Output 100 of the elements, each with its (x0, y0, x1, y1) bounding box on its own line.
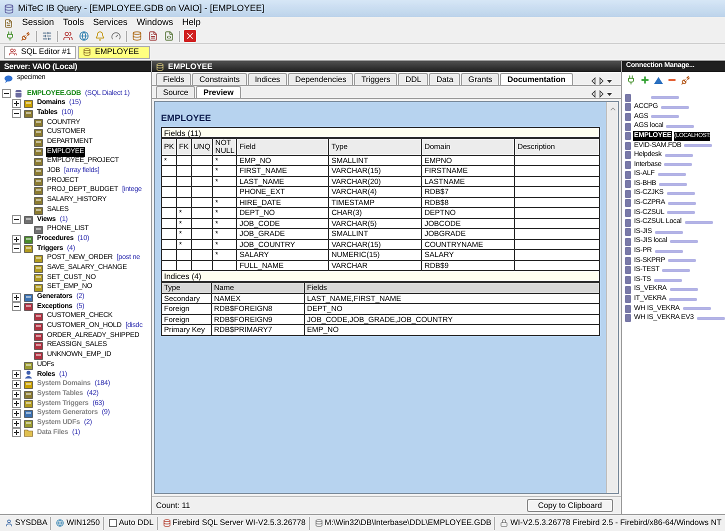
expand-toggle[interactable] (12, 409, 21, 418)
lock-icon (500, 519, 508, 527)
globe-icon (56, 519, 64, 527)
collapse-toggle[interactable] (12, 108, 21, 118)
blurred-text-icon (654, 278, 682, 283)
users-icon (63, 31, 73, 41)
expand-toggle[interactable] (12, 370, 21, 380)
plug-icon[interactable] (626, 75, 636, 85)
expand-toggle[interactable] (12, 234, 21, 244)
blurred-text-icon (668, 200, 696, 206)
session-icon (4, 18, 13, 28)
scrollbar[interactable] (606, 102, 618, 493)
tab[interactable]: Source (156, 86, 196, 98)
status-text: WI-V2.5.3.26778 Firebird 2.5 - Firebird/x86-64/Windows NT (510, 517, 722, 529)
cylinder-icon (14, 89, 23, 98)
expand-toggle[interactable] (12, 418, 21, 428)
triangle-up-icon[interactable] (654, 76, 663, 84)
collapse-toggle[interactable] (12, 215, 21, 224)
toolbar-button[interactable] (4, 30, 16, 42)
expand-toggle[interactable] (12, 428, 21, 438)
blurred-text-icon (670, 239, 698, 244)
table-cell (162, 197, 177, 208)
tab[interactable]: Preview (196, 86, 241, 98)
users-icon (9, 48, 17, 56)
toolbar-button[interactable] (20, 30, 32, 42)
table-cell (162, 228, 177, 239)
tab-scroll-arrows-icon[interactable] (591, 77, 613, 85)
status-text: M:\Win32\DB\Interbase\DDL\EMPLOYEE.GDB (324, 517, 492, 529)
auto-ddl-checkbox[interactable] (108, 519, 117, 527)
table-cell (191, 250, 213, 260)
expand-toggle[interactable] (12, 399, 21, 408)
database-icon (156, 62, 164, 70)
folder-icon (24, 428, 33, 438)
scroll-up-icon[interactable] (608, 105, 616, 113)
toolbar-button[interactable] (131, 30, 143, 42)
table-cell (191, 166, 213, 176)
blurred-text-icon (684, 143, 712, 148)
collapse-toggle[interactable] (12, 302, 21, 312)
tab[interactable]: Indices (248, 73, 288, 85)
user-icon (5, 519, 13, 527)
tab[interactable]: Documentation (500, 73, 573, 85)
tab[interactable]: DDL (398, 73, 428, 85)
blurred-text-icon (684, 220, 713, 226)
expand-toggle[interactable] (12, 380, 21, 389)
blurred-text-icon (666, 191, 695, 196)
blurred-text-icon (660, 104, 689, 110)
table-cell (191, 176, 213, 186)
collapse-toggle[interactable] (12, 244, 21, 254)
blurred-text-icon (664, 152, 693, 158)
toolbar-button[interactable] (184, 30, 196, 42)
toolbar-button[interactable] (110, 30, 122, 42)
tab-scroll-arrows-icon[interactable] (591, 90, 613, 98)
blurred-text-icon (682, 306, 711, 312)
menu-item[interactable]: Tools (63, 16, 84, 30)
tab[interactable]: Dependencies (288, 73, 354, 85)
table-cell (162, 250, 177, 260)
toolbar-button[interactable] (163, 30, 175, 42)
table-caption: Indices (4) (161, 271, 600, 282)
table-icon (34, 206, 43, 215)
app-icon (4, 4, 14, 14)
expand-toggle[interactable] (12, 390, 21, 399)
person-icon (24, 370, 33, 380)
table-cell (176, 186, 192, 197)
expand-toggle[interactable] (12, 292, 21, 302)
tab[interactable]: Grants (461, 73, 500, 85)
document-tab[interactable]: EMPLOYEE (78, 46, 150, 58)
panel-title: EMPLOYEE (168, 60, 212, 72)
table-cell (191, 197, 213, 208)
table-cell (191, 239, 213, 250)
collapse-toggle[interactable] (2, 89, 11, 98)
toolbar-button[interactable] (147, 30, 159, 42)
toolbar-button[interactable] (62, 30, 74, 42)
tab[interactable]: Fields (156, 73, 192, 85)
tab[interactable]: Triggers (354, 73, 398, 85)
table-icon (34, 157, 43, 166)
menu-item[interactable]: Session (22, 16, 54, 30)
add-icon[interactable] (640, 75, 650, 85)
blurred-text-icon (662, 268, 690, 273)
menu-item[interactable]: Help (182, 16, 201, 30)
expand-toggle[interactable] (12, 99, 21, 108)
script-icon (164, 31, 174, 41)
tab[interactable]: Constraints (192, 73, 247, 85)
database-icon (132, 31, 142, 41)
table-icon (24, 390, 33, 399)
database-icon (162, 519, 171, 527)
blurred-text-icon (659, 182, 688, 187)
toolbar-button[interactable] (41, 30, 53, 42)
toolbar-button[interactable] (78, 30, 90, 42)
document-icon (148, 31, 158, 41)
blurred-text-icon (667, 210, 696, 216)
menu-item[interactable]: Windows (136, 16, 174, 30)
plug-icon[interactable] (681, 75, 691, 85)
sliders-icon (42, 31, 52, 41)
table-icon (34, 186, 43, 196)
tab[interactable]: Data (429, 73, 460, 85)
document-tab[interactable]: SQL Editor #1 (4, 46, 76, 58)
table-icon (34, 147, 43, 156)
copy-button[interactable]: Copy to Clipboard (526, 499, 613, 512)
menu-item[interactable]: Services (93, 16, 128, 30)
close-icon (185, 31, 195, 41)
